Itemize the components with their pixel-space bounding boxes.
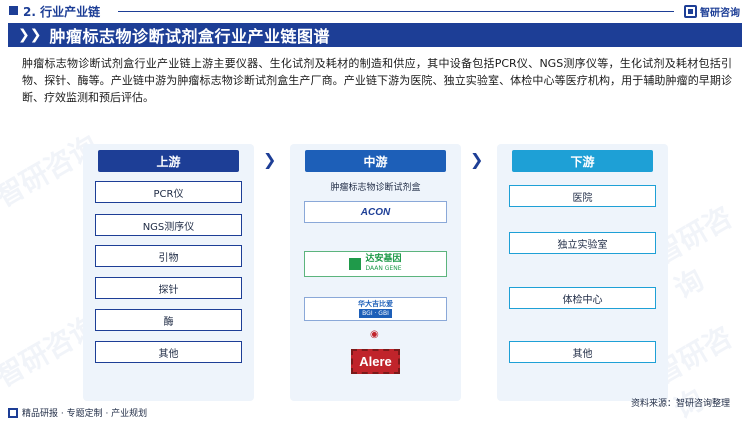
alere-ring-icon: ◉ bbox=[370, 329, 379, 340]
acon-logo-text: ACON bbox=[360, 206, 391, 218]
page-title: 肿瘤标志物诊断试剂盒行业产业链图谱 bbox=[49, 27, 330, 46]
alere-logo: ◉ Alere bbox=[304, 329, 447, 377]
description-paragraph: 肿瘤标志物诊断试剂盒行业产业链上游主要仪器、生化试剂及耗材的制造和供应，其中设备… bbox=[22, 57, 732, 104]
footer-tagline: 精品研报 · 专题定制 · 产业规划 bbox=[8, 406, 147, 419]
brand-logo: 智研咨询 bbox=[684, 4, 740, 19]
chevron-right-icon: ❯ bbox=[263, 150, 277, 169]
downstream-item: 医院 bbox=[509, 185, 656, 207]
upstream-item: PCR仪 bbox=[95, 181, 242, 203]
upstream-header: 上游 bbox=[98, 150, 239, 172]
upstream-item: 其他 bbox=[95, 341, 242, 363]
upstream-item: 探针 bbox=[95, 277, 242, 299]
acon-logo: ACON bbox=[304, 201, 447, 223]
section-header: 2. 行业产业链 智研咨询 bbox=[0, 0, 750, 22]
daan-gene-en: DAAN GENE bbox=[365, 265, 402, 272]
upstream-column: 上游 PCR仪 NGS测序仪 引物 探针 酶 其他 bbox=[83, 144, 254, 401]
upstream-item: 酶 bbox=[95, 309, 242, 331]
brand-icon bbox=[684, 5, 697, 18]
midstream-column: 中游 肿瘤标志物诊断试剂盒 ACON 达安基因 DAAN GENE 华大吉比爱 … bbox=[290, 144, 461, 401]
source-note: 资料来源：智研咨询整理 bbox=[630, 399, 730, 409]
daan-gene-cn: 达安基因 bbox=[365, 254, 402, 264]
upstream-item: 引物 bbox=[95, 245, 242, 267]
huada-gbi-cn: 华大吉比爱 bbox=[358, 300, 393, 308]
section-title: 2. 行业产业链 bbox=[23, 5, 101, 19]
upstream-item: NGS测序仪 bbox=[95, 214, 242, 236]
downstream-header: 下游 bbox=[512, 150, 653, 172]
midstream-subtitle: 肿瘤标志物诊断试剂盒 bbox=[330, 183, 421, 193]
daan-gene-logo: 达安基因 DAAN GENE bbox=[304, 251, 447, 277]
divider bbox=[118, 11, 674, 12]
downstream-item: 体检中心 bbox=[509, 287, 656, 309]
downstream-item: 其他 bbox=[509, 341, 656, 363]
footer-logo-icon bbox=[8, 407, 18, 418]
chevron-right-icon: ❯ bbox=[470, 150, 484, 169]
section-marker-icon bbox=[9, 6, 18, 15]
downstream-item: 独立实验室 bbox=[509, 232, 656, 254]
midstream-header: 中游 bbox=[305, 150, 446, 172]
title-banner: ❯❯ 肿瘤标志物诊断试剂盒行业产业链图谱 bbox=[8, 23, 742, 47]
alere-logo-text: Alere bbox=[351, 348, 400, 374]
footer-tagline-text: 精品研报 · 专题定制 · 产业规划 bbox=[22, 409, 148, 419]
downstream-column: 下游 医院 独立实验室 体检中心 其他 bbox=[497, 144, 668, 401]
huada-gbi-logo: 华大吉比爱 BGI · GBI bbox=[304, 297, 447, 321]
brand-name: 智研咨询 bbox=[700, 8, 740, 19]
huada-gbi-en: BGI · GBI bbox=[359, 309, 392, 318]
daan-gene-icon bbox=[349, 258, 362, 270]
double-chevron-icon: ❯❯ bbox=[18, 27, 42, 43]
